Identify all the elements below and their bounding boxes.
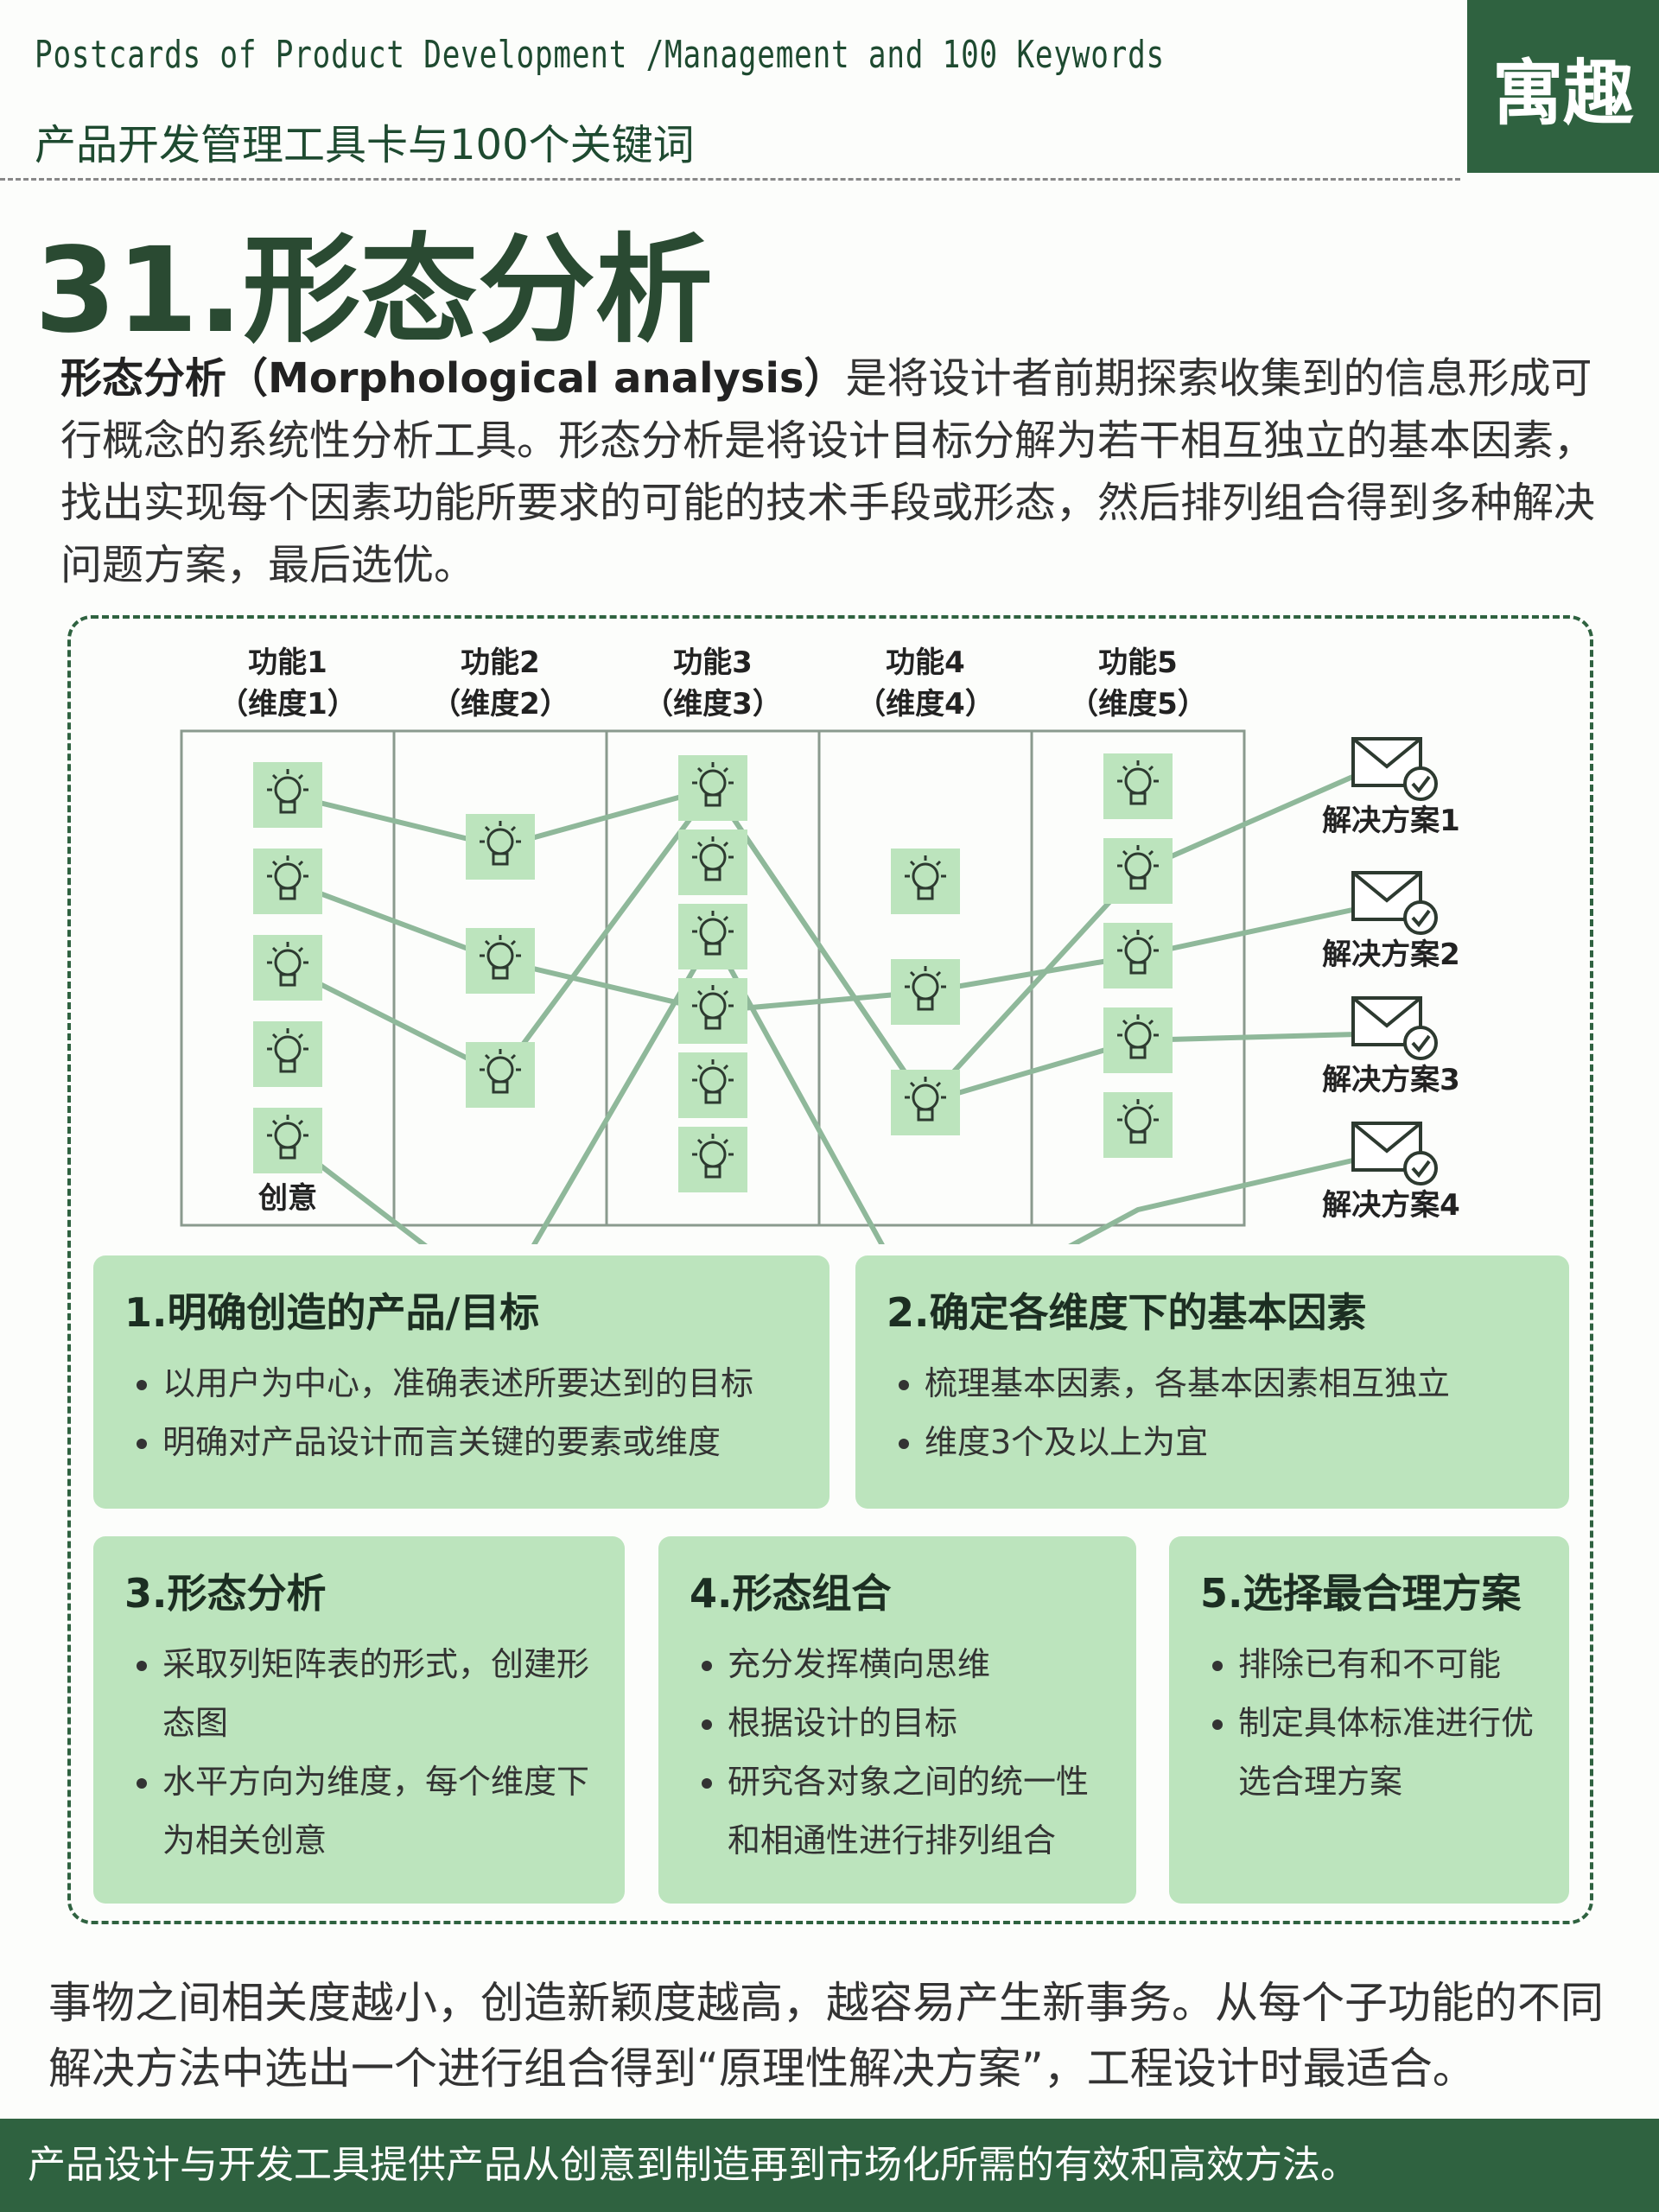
lightbulb-icon [466, 814, 535, 880]
lightbulb-icon [466, 928, 535, 994]
step-card-1: 1.明确创造的产品/目标 以用户为中心，准确表述所要达到的目标 明确对产品设计而… [93, 1255, 830, 1509]
idea-label: 创意 [257, 1181, 317, 1216]
lightbulb-icon [678, 904, 747, 969]
lightbulb-icon [678, 1127, 747, 1192]
step-card-2: 2.确定各维度下的基本因素 梳理基本因素，各基本因素相互独立 维度3个及以上为宜 [855, 1255, 1569, 1509]
lightbulb-icon [891, 849, 960, 914]
lightbulb-icon [253, 762, 322, 828]
lightbulb-icon [253, 849, 322, 914]
step-item: 明确对产品设计而言关键的要素或维度 [162, 1413, 798, 1471]
envelope-check-icon [1351, 996, 1438, 1060]
column-subtitle: （维度4） [856, 687, 995, 721]
lightbulb-icon [1103, 1007, 1173, 1073]
morphological-diagram: 功能1 （维度1） 功能2 （维度2） 功能3 （维度3） 功能4 （维度4） 功能5 （维度5）… [180, 645, 1460, 1244]
lightbulb-icon [891, 1070, 960, 1135]
lightbulb-icon [891, 959, 960, 1025]
step-item: 排除已有和不可能 [1238, 1635, 1538, 1694]
lightbulb-icon [678, 755, 747, 821]
combination-path [286, 934, 1357, 1244]
lightbulb-icon [253, 1108, 322, 1173]
column-title: 功能2 [461, 645, 540, 680]
lightbulb-icon [678, 830, 747, 895]
step-title: 3.形态分析 [124, 1570, 327, 1617]
lightbulb-icon [678, 1052, 747, 1118]
lightbulb-icon [466, 1042, 535, 1108]
column-title: 功能3 [673, 645, 753, 680]
column-subtitle: （维度2） [431, 687, 569, 721]
lightbulb-icon [1103, 1092, 1173, 1158]
lightbulb-icon [678, 978, 747, 1044]
closing-paragraph: 事物之间相关度越小，创造新颖度越高，越容易产生新事务。从每个子功能的不同解决方法… [48, 1978, 1604, 2094]
footer-banner: 产品设计与开发工具提供产品从创意到制造再到市场化所需的有效和高效方法。 [0, 2119, 1659, 2212]
lightbulb-icon [1103, 838, 1173, 904]
step-item: 制定具体标准进行优选合理方案 [1238, 1694, 1538, 1811]
solution-label: 解决方案1 [1322, 804, 1460, 838]
step-item: 水平方向为维度，每个维度下为相关创意 [162, 1752, 594, 1870]
solution-label: 解决方案4 [1322, 1188, 1460, 1223]
solution-label: 解决方案2 [1322, 938, 1460, 972]
column-subtitle: （维度3） [644, 687, 782, 721]
step-card-5: 5.选择最合理方案 排除已有和不可能 制定具体标准进行优选合理方案 [1169, 1536, 1569, 1904]
lightbulb-icon [1103, 923, 1173, 988]
step-item: 维度3个及以上为宜 [925, 1413, 1538, 1471]
envelope-check-icon [1351, 737, 1438, 801]
step-title: 4.形态组合 [690, 1570, 892, 1617]
step-item: 研究各对象之间的统一性和相通性进行排列组合 [728, 1752, 1105, 1870]
column-subtitle: （维度1） [219, 687, 357, 721]
lightbulb-icon [253, 935, 322, 1001]
step-title: 2.确定各维度下的基本因素 [887, 1289, 1367, 1336]
step-title: 5.选择最合理方案 [1200, 1570, 1522, 1617]
lightbulb-icon [253, 1021, 322, 1087]
solution-label: 解决方案3 [1322, 1063, 1460, 1097]
column-title: 功能4 [886, 645, 965, 680]
column-subtitle: （维度5） [1069, 687, 1207, 721]
step-item: 以用户为中心，准确表述所要达到的目标 [162, 1354, 798, 1413]
envelope-check-icon [1351, 871, 1438, 935]
lightbulb-icon [1103, 753, 1173, 819]
step-title: 1.明确创造的产品/目标 [124, 1289, 540, 1336]
column-title: 功能1 [248, 645, 327, 680]
envelope-check-icon [1351, 1122, 1438, 1185]
step-item: 梳理基本因素，各基本因素相互独立 [925, 1354, 1538, 1413]
step-item: 采取列矩阵表的形式，创建形态图 [162, 1635, 594, 1752]
step-card-3: 3.形态分析 采取列矩阵表的形式，创建形态图 水平方向为维度，每个维度下为相关创… [93, 1536, 625, 1904]
step-card-4: 4.形态组合 充分发挥横向思维 根据设计的目标 研究各对象之间的统一性和相通性进… [658, 1536, 1136, 1904]
step-item: 充分发挥横向思维 [728, 1635, 1105, 1694]
column-title: 功能5 [1098, 645, 1178, 680]
step-item: 根据设计的目标 [728, 1694, 1105, 1752]
